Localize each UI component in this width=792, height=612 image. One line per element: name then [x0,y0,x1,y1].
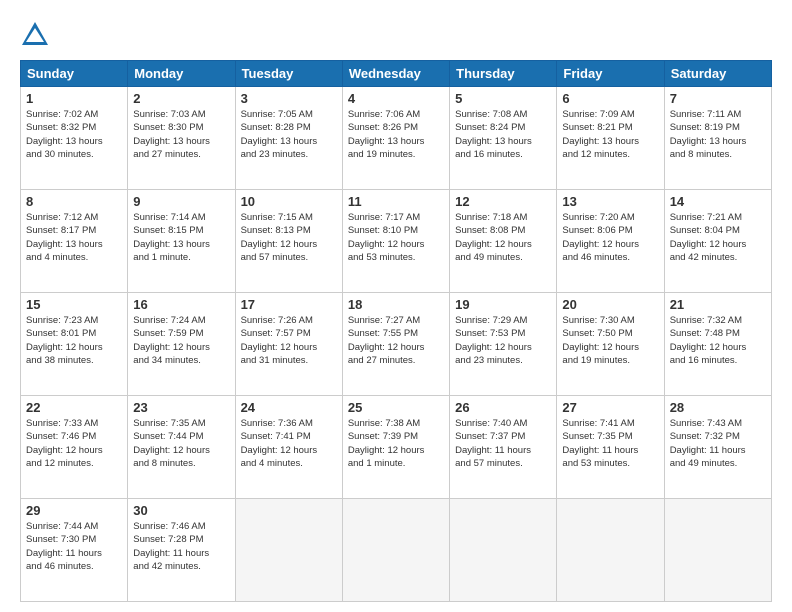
col-header-saturday: Saturday [664,61,771,87]
day-cell: 11Sunrise: 7:17 AMSunset: 8:10 PMDayligh… [342,190,449,293]
calendar-table: SundayMondayTuesdayWednesdayThursdayFrid… [20,60,772,602]
day-cell: 26Sunrise: 7:40 AMSunset: 7:37 PMDayligh… [450,396,557,499]
col-header-tuesday: Tuesday [235,61,342,87]
day-cell: 16Sunrise: 7:24 AMSunset: 7:59 PMDayligh… [128,293,235,396]
day-cell: 24Sunrise: 7:36 AMSunset: 7:41 PMDayligh… [235,396,342,499]
day-cell: 17Sunrise: 7:26 AMSunset: 7:57 PMDayligh… [235,293,342,396]
day-cell: 10Sunrise: 7:15 AMSunset: 8:13 PMDayligh… [235,190,342,293]
header-row: SundayMondayTuesdayWednesdayThursdayFrid… [21,61,772,87]
day-cell: 15Sunrise: 7:23 AMSunset: 8:01 PMDayligh… [21,293,128,396]
day-cell: 8Sunrise: 7:12 AMSunset: 8:17 PMDaylight… [21,190,128,293]
logo-icon [20,20,50,50]
logo [20,20,55,50]
day-cell [342,499,449,602]
day-cell: 1Sunrise: 7:02 AMSunset: 8:32 PMDaylight… [21,87,128,190]
day-cell: 18Sunrise: 7:27 AMSunset: 7:55 PMDayligh… [342,293,449,396]
week-row-1: 1Sunrise: 7:02 AMSunset: 8:32 PMDaylight… [21,87,772,190]
day-cell: 29Sunrise: 7:44 AMSunset: 7:30 PMDayligh… [21,499,128,602]
day-cell [235,499,342,602]
week-row-5: 29Sunrise: 7:44 AMSunset: 7:30 PMDayligh… [21,499,772,602]
day-cell: 20Sunrise: 7:30 AMSunset: 7:50 PMDayligh… [557,293,664,396]
day-cell: 5Sunrise: 7:08 AMSunset: 8:24 PMDaylight… [450,87,557,190]
day-cell: 30Sunrise: 7:46 AMSunset: 7:28 PMDayligh… [128,499,235,602]
day-cell: 14Sunrise: 7:21 AMSunset: 8:04 PMDayligh… [664,190,771,293]
day-cell: 28Sunrise: 7:43 AMSunset: 7:32 PMDayligh… [664,396,771,499]
day-cell [664,499,771,602]
day-cell: 3Sunrise: 7:05 AMSunset: 8:28 PMDaylight… [235,87,342,190]
col-header-thursday: Thursday [450,61,557,87]
header [20,20,772,50]
day-cell: 4Sunrise: 7:06 AMSunset: 8:26 PMDaylight… [342,87,449,190]
col-header-sunday: Sunday [21,61,128,87]
page: SundayMondayTuesdayWednesdayThursdayFrid… [0,0,792,612]
day-cell [557,499,664,602]
week-row-3: 15Sunrise: 7:23 AMSunset: 8:01 PMDayligh… [21,293,772,396]
day-cell: 7Sunrise: 7:11 AMSunset: 8:19 PMDaylight… [664,87,771,190]
col-header-monday: Monday [128,61,235,87]
col-header-wednesday: Wednesday [342,61,449,87]
day-cell: 21Sunrise: 7:32 AMSunset: 7:48 PMDayligh… [664,293,771,396]
day-cell: 12Sunrise: 7:18 AMSunset: 8:08 PMDayligh… [450,190,557,293]
day-cell: 19Sunrise: 7:29 AMSunset: 7:53 PMDayligh… [450,293,557,396]
day-cell: 25Sunrise: 7:38 AMSunset: 7:39 PMDayligh… [342,396,449,499]
day-cell [450,499,557,602]
day-cell: 13Sunrise: 7:20 AMSunset: 8:06 PMDayligh… [557,190,664,293]
week-row-2: 8Sunrise: 7:12 AMSunset: 8:17 PMDaylight… [21,190,772,293]
col-header-friday: Friday [557,61,664,87]
day-cell: 23Sunrise: 7:35 AMSunset: 7:44 PMDayligh… [128,396,235,499]
day-cell: 6Sunrise: 7:09 AMSunset: 8:21 PMDaylight… [557,87,664,190]
day-cell: 22Sunrise: 7:33 AMSunset: 7:46 PMDayligh… [21,396,128,499]
day-cell: 2Sunrise: 7:03 AMSunset: 8:30 PMDaylight… [128,87,235,190]
day-cell: 9Sunrise: 7:14 AMSunset: 8:15 PMDaylight… [128,190,235,293]
week-row-4: 22Sunrise: 7:33 AMSunset: 7:46 PMDayligh… [21,396,772,499]
day-cell: 27Sunrise: 7:41 AMSunset: 7:35 PMDayligh… [557,396,664,499]
